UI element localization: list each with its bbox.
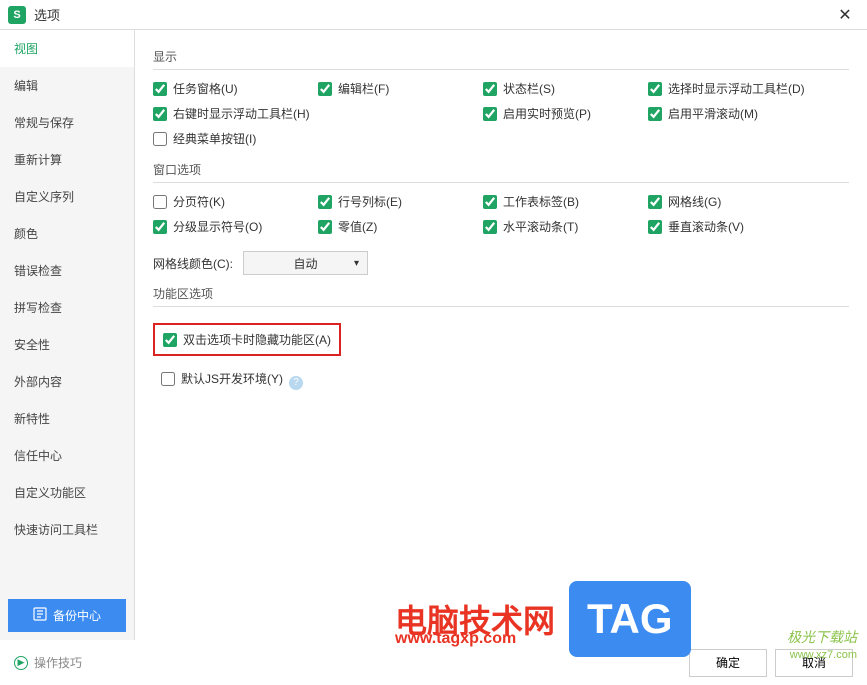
checkbox-label: 经典菜单按钮(I) [173, 130, 256, 147]
checkbox-input[interactable] [318, 82, 332, 96]
divider [153, 306, 849, 307]
checkbox-js-dev-input[interactable] [161, 372, 175, 386]
sidebar-item[interactable]: 拼写检查 [0, 289, 134, 326]
checkbox-item[interactable]: 网格线(G) [648, 193, 813, 210]
checkbox-js-dev[interactable]: 默认JS开发环境(Y) [161, 370, 283, 387]
backup-center-label: 备份中心 [53, 607, 101, 624]
help-icon[interactable]: ? [289, 376, 303, 390]
checkbox-js-dev-label: 默认JS开发环境(Y) [181, 370, 283, 387]
sidebar-item[interactable]: 快速访问工具栏 [0, 511, 134, 548]
backup-center-button[interactable]: 备份中心 [8, 599, 126, 632]
sidebar-item[interactable]: 新特性 [0, 400, 134, 437]
checkbox-input[interactable] [153, 82, 167, 96]
checkbox-input[interactable] [483, 195, 497, 209]
checkbox-label: 状态栏(S) [503, 80, 555, 97]
checkbox-label: 垂直滚动条(V) [668, 218, 744, 235]
divider [153, 69, 849, 70]
footer: ▶ 操作技巧 确定 取消 [0, 640, 867, 685]
checkbox-hide-ribbon-input[interactable] [163, 333, 177, 347]
checkbox-item[interactable]: 启用实时预览(P) [483, 105, 648, 122]
cancel-button[interactable]: 取消 [775, 649, 853, 677]
checkbox-input[interactable] [153, 132, 167, 146]
sidebar-item[interactable]: 信任中心 [0, 437, 134, 474]
checkbox-item[interactable]: 垂直滚动条(V) [648, 218, 813, 235]
checkbox-label: 分级显示符号(O) [173, 218, 262, 235]
checkbox-hide-ribbon-label: 双击选项卡时隐藏功能区(A) [183, 331, 331, 348]
sidebar: 视图编辑常规与保存重新计算自定义序列颜色错误检查拼写检查安全性外部内容新特性信任… [0, 30, 135, 640]
ok-button[interactable]: 确定 [689, 649, 767, 677]
operation-tips-link[interactable]: ▶ 操作技巧 [14, 654, 82, 671]
gridline-color-value: 自动 [293, 255, 317, 272]
content-pane: 显示 任务窗格(U) 编辑栏(F) 状态栏(S) 选择时显示浮动工具栏(D) 右键时显示… [135, 30, 867, 640]
checkbox-label: 选择时显示浮动工具栏(D) [668, 80, 805, 97]
titlebar: S 选项 ✕ [0, 0, 867, 30]
checkbox-item[interactable]: 状态栏(S) [483, 80, 648, 97]
checkbox-label: 启用平滑滚动(M) [668, 105, 758, 122]
section-window-title: 窗口选项 [153, 161, 849, 178]
checkbox-item[interactable]: 右键时显示浮动工具栏(H) [153, 105, 318, 122]
checkbox-input[interactable] [153, 195, 167, 209]
checkbox-label: 行号列标(E) [338, 193, 402, 210]
checkbox-item[interactable]: 经典菜单按钮(I) [153, 130, 318, 147]
checkbox-input[interactable] [648, 195, 662, 209]
close-icon[interactable]: ✕ [831, 1, 859, 29]
sidebar-item[interactable]: 自定义序列 [0, 178, 134, 215]
chevron-down-icon: ▾ [354, 258, 359, 269]
sidebar-item[interactable]: 错误检查 [0, 252, 134, 289]
checkbox-item[interactable]: 分页符(K) [153, 193, 318, 210]
checkbox-label: 工作表标签(B) [503, 193, 579, 210]
checkbox-item[interactable]: 分级显示符号(O) [153, 218, 318, 235]
backup-icon [33, 607, 47, 624]
gridline-color-dropdown[interactable]: 自动 ▾ [243, 251, 368, 275]
checkbox-input[interactable] [153, 107, 167, 121]
checkbox-input[interactable] [648, 107, 662, 121]
sidebar-item[interactable]: 重新计算 [0, 141, 134, 178]
sidebar-item[interactable]: 外部内容 [0, 363, 134, 400]
checkbox-input[interactable] [648, 82, 662, 96]
checkbox-item[interactable]: 工作表标签(B) [483, 193, 648, 210]
checkbox-input[interactable] [318, 195, 332, 209]
checkbox-hide-ribbon[interactable]: 双击选项卡时隐藏功能区(A) [163, 331, 331, 348]
checkbox-label: 网格线(G) [668, 193, 721, 210]
checkbox-item[interactable]: 编辑栏(F) [318, 80, 483, 97]
checkbox-label: 任务窗格(U) [173, 80, 238, 97]
checkbox-input[interactable] [153, 220, 167, 234]
window-title: 选项 [34, 5, 831, 24]
sidebar-item[interactable]: 颜色 [0, 215, 134, 252]
checkbox-item[interactable]: 行号列标(E) [318, 193, 483, 210]
checkbox-input[interactable] [648, 220, 662, 234]
checkbox-label: 分页符(K) [173, 193, 225, 210]
section-display-title: 显示 [153, 48, 849, 65]
sidebar-item[interactable]: 自定义功能区 [0, 474, 134, 511]
sidebar-item[interactable]: 编辑 [0, 67, 134, 104]
sidebar-item[interactable]: 常规与保存 [0, 104, 134, 141]
checkbox-input[interactable] [483, 107, 497, 121]
operation-tips-label: 操作技巧 [34, 654, 82, 671]
checkbox-item[interactable]: 任务窗格(U) [153, 80, 318, 97]
checkbox-label: 水平滚动条(T) [503, 218, 578, 235]
app-icon: S [8, 6, 26, 24]
play-icon: ▶ [14, 656, 28, 670]
gridline-color-label: 网格线颜色(C): [153, 255, 233, 272]
checkbox-label: 启用实时预览(P) [503, 105, 591, 122]
checkbox-item[interactable]: 零值(Z) [318, 218, 483, 235]
checkbox-input[interactable] [483, 220, 497, 234]
checkbox-item[interactable]: 水平滚动条(T) [483, 218, 648, 235]
sidebar-item[interactable]: 安全性 [0, 326, 134, 363]
checkbox-label: 零值(Z) [338, 218, 377, 235]
divider [153, 182, 849, 183]
checkbox-label: 右键时显示浮动工具栏(H) [173, 105, 310, 122]
checkbox-item[interactable]: 启用平滑滚动(M) [648, 105, 813, 122]
sidebar-item[interactable]: 视图 [0, 30, 134, 67]
checkbox-input[interactable] [318, 220, 332, 234]
section-ribbon-title: 功能区选项 [153, 285, 849, 302]
checkbox-input[interactable] [483, 82, 497, 96]
highlighted-option: 双击选项卡时隐藏功能区(A) [153, 323, 341, 356]
checkbox-label: 编辑栏(F) [338, 80, 389, 97]
checkbox-item[interactable]: 选择时显示浮动工具栏(D) [648, 80, 813, 97]
